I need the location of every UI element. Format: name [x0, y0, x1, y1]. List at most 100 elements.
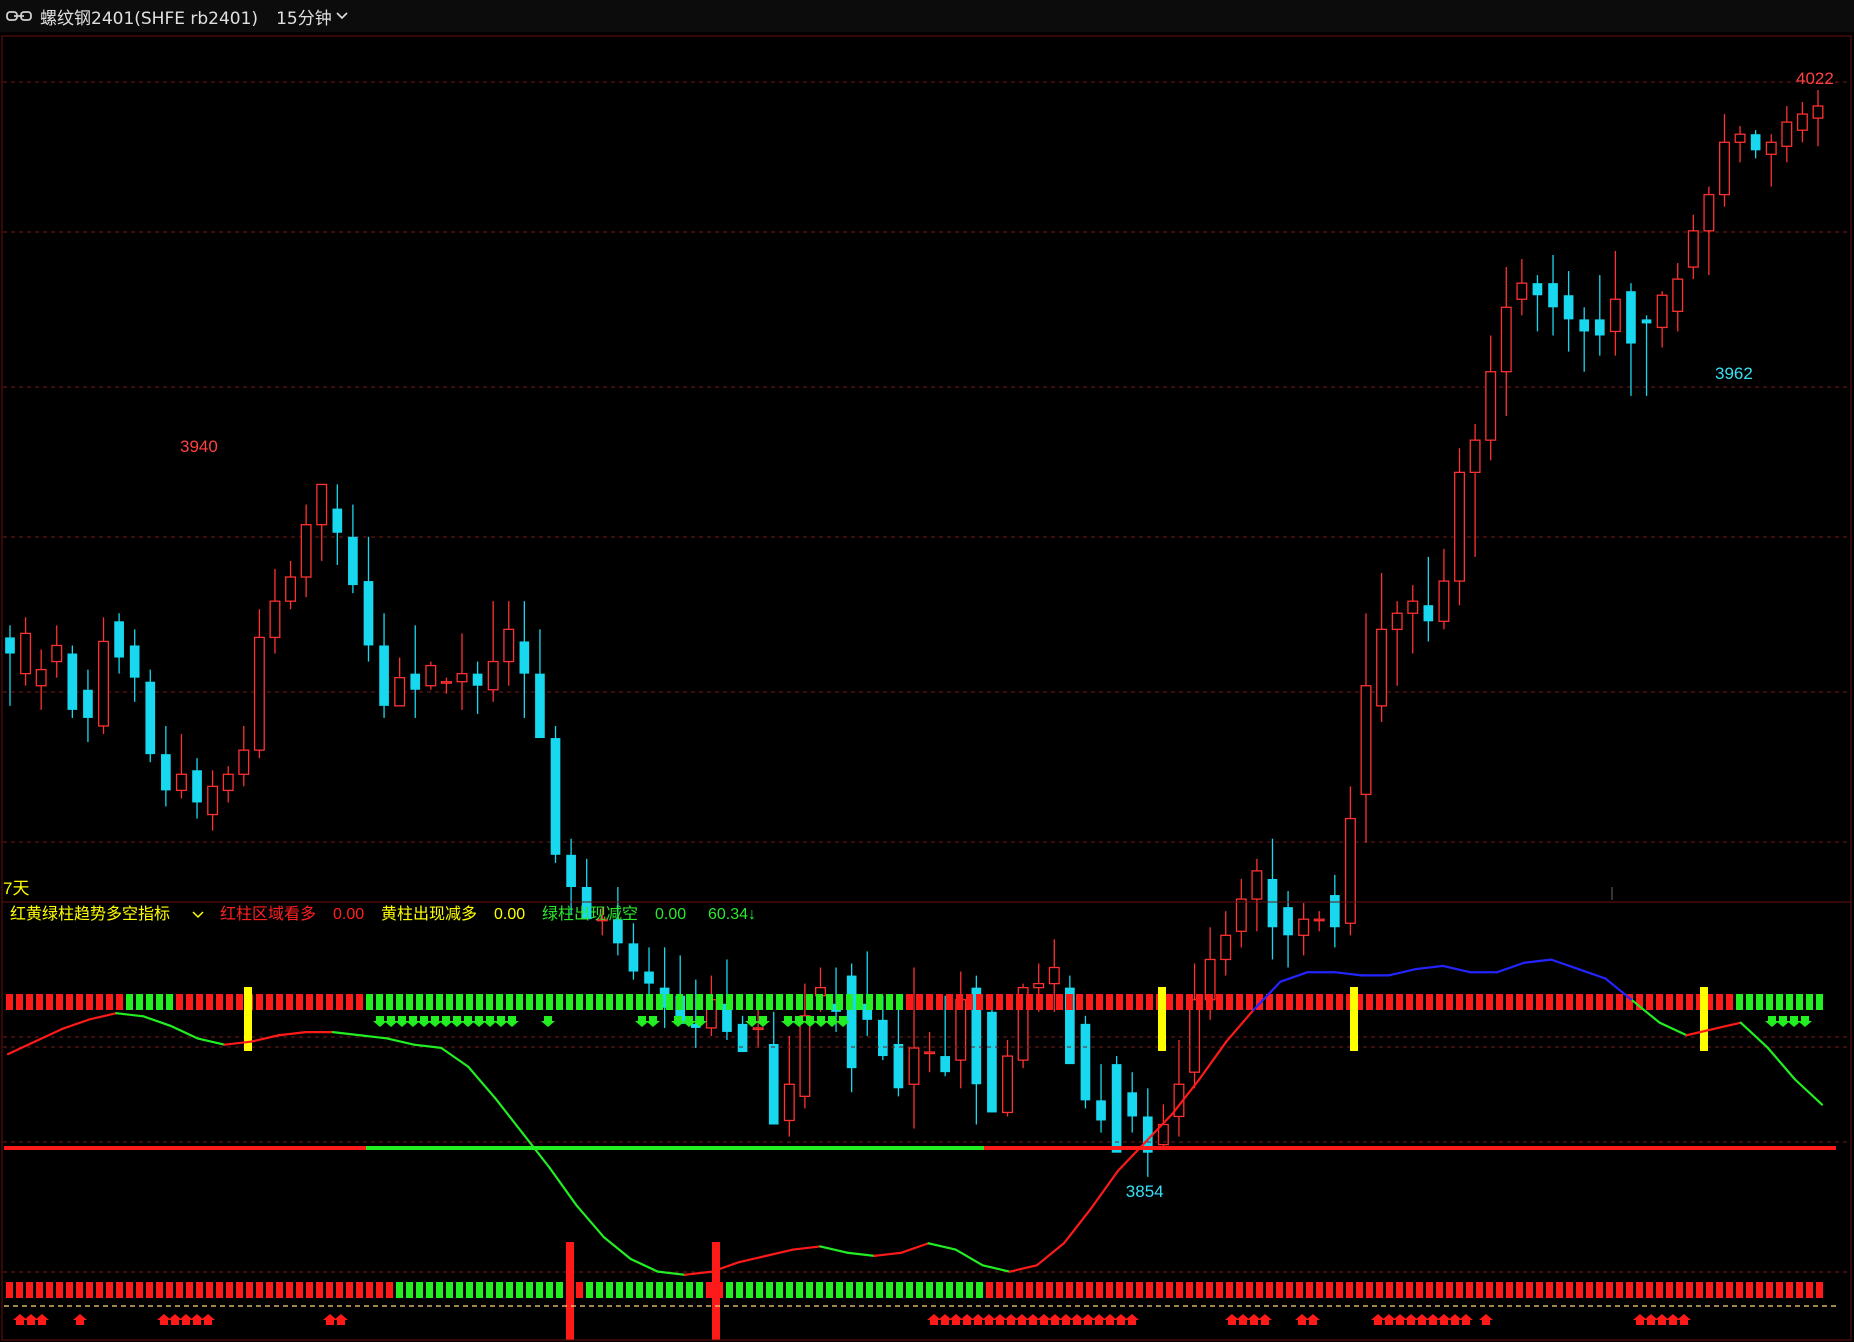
- yellow-signal-bar: [1158, 987, 1166, 1051]
- trend-bar-segment: [96, 994, 103, 1010]
- trend-bar-segment: [1236, 1282, 1243, 1298]
- candle-body: [129, 645, 140, 678]
- candle-body: [924, 1051, 936, 1055]
- candle-body: [363, 581, 374, 646]
- trend-bar-segment: [1026, 994, 1033, 1010]
- trend-bar-segment: [986, 994, 993, 1010]
- trend-bar-segment: [536, 1282, 543, 1298]
- candle-body: [1672, 278, 1684, 312]
- trend-bar-segment: [1376, 994, 1383, 1010]
- yellow-signal-bar: [1350, 987, 1358, 1051]
- candle-body: [35, 668, 47, 687]
- trend-bar-segment: [1116, 1282, 1123, 1298]
- candle-body: [1048, 966, 1060, 985]
- trend-bar-segment: [216, 994, 223, 1010]
- trend-bar-segment: [666, 1282, 673, 1298]
- indicator-name[interactable]: 红黄绿柱趋势多空指标: [10, 904, 170, 923]
- trend-bar-segment: [976, 1282, 983, 1298]
- trend-bar-segment: [396, 994, 403, 1010]
- trend-bar-segment: [76, 994, 83, 1010]
- period-selector[interactable]: 15分钟: [276, 4, 349, 29]
- trend-bar-segment: [1296, 994, 1303, 1010]
- trend-bar-segment: [1416, 994, 1423, 1010]
- trend-bar-segment: [1696, 1282, 1703, 1298]
- trend-bar-segment: [556, 994, 563, 1010]
- trend-bar-segment: [6, 994, 13, 1010]
- trend-bar-segment: [1436, 1282, 1443, 1298]
- trend-bar-segment: [136, 1282, 143, 1298]
- chart-background: [0, 32, 1854, 1342]
- candle-body: [535, 673, 545, 739]
- trend-bar-segment: [466, 994, 473, 1010]
- candle-body: [644, 971, 654, 984]
- trend-bar-segment: [326, 994, 333, 1010]
- trend-bar-segment: [1316, 994, 1323, 1010]
- trend-bar-segment: [476, 994, 483, 1010]
- trend-bar-segment: [1166, 994, 1173, 1010]
- trend-bar-segment: [1456, 1282, 1463, 1298]
- period-label: 15分钟: [276, 8, 332, 29]
- trend-bar-segment: [1036, 1282, 1043, 1298]
- trend-bar-segment: [486, 1282, 493, 1298]
- trend-bar-segment: [286, 994, 293, 1010]
- candle-body: [1267, 878, 1278, 928]
- trend-bar-segment: [206, 994, 213, 1010]
- trend-bar-segment: [1756, 1282, 1763, 1298]
- trend-bar-segment: [416, 1282, 423, 1298]
- candle-body: [893, 1044, 904, 1089]
- candle-body: [1812, 105, 1824, 119]
- candle-body: [940, 1056, 951, 1073]
- trend-bar-segment: [596, 994, 603, 1010]
- trend-bar-segment: [1376, 1282, 1383, 1298]
- trend-bar-segment: [1496, 994, 1503, 1010]
- trend-bar-segment: [1656, 1282, 1663, 1298]
- trend-bar-segment: [996, 1282, 1003, 1298]
- candle-body: [440, 681, 452, 684]
- trend-bar-segment: [1096, 1282, 1103, 1298]
- low-price-label: 3854: [1126, 1182, 1164, 1201]
- chart-canvas[interactable]: 4022 3940 3854 3962 7天 红黄绿柱趋势多空指标 红柱区域看多…: [0, 32, 1854, 1342]
- trend-bar-segment: [1606, 994, 1613, 1010]
- candle-body: [799, 1015, 811, 1097]
- trend-bar-segment: [1526, 994, 1533, 1010]
- trend-bar-segment: [16, 1282, 23, 1298]
- candle-body: [987, 1011, 997, 1113]
- trend-bar-segment: [656, 1282, 663, 1298]
- trend-bar-segment: [1356, 1282, 1363, 1298]
- trend-bar-segment: [636, 994, 643, 1010]
- trend-bar-segment: [1736, 1282, 1743, 1298]
- trend-bar-segment: [426, 994, 433, 1010]
- trend-bar-segment: [336, 1282, 343, 1298]
- trend-bar-segment: [1746, 1282, 1753, 1298]
- candle-body: [83, 689, 93, 718]
- trend-bar-segment: [1436, 994, 1443, 1010]
- trend-bar-segment: [1446, 1282, 1453, 1298]
- trend-bar-segment: [386, 1282, 393, 1298]
- trend-bar-segment: [316, 1282, 323, 1298]
- link-icon[interactable]: [6, 9, 32, 23]
- trend-bar-segment: [276, 994, 283, 1010]
- candle-body: [20, 632, 32, 675]
- trend-bar-segment: [546, 1282, 553, 1298]
- candle-body: [1734, 133, 1746, 143]
- trend-bar-segment: [866, 994, 873, 1010]
- trend-bar-segment: [1246, 1282, 1253, 1298]
- trend-bar-segment: [1586, 994, 1593, 1010]
- candle-body: [1329, 895, 1340, 928]
- trend-bar-segment: [586, 1282, 593, 1298]
- candle-body: [1111, 1064, 1122, 1153]
- candle-body: [1344, 817, 1356, 924]
- trend-bar-segment: [1206, 1282, 1213, 1298]
- trend-bar-segment: [86, 1282, 93, 1298]
- trend-bar-segment: [976, 994, 983, 1010]
- trend-bar-segment: [926, 1282, 933, 1298]
- trend-bar-segment: [1426, 1282, 1433, 1298]
- candle-body: [550, 738, 561, 855]
- trend-bar-segment: [236, 994, 243, 1010]
- trend-bar-segment: [816, 1282, 823, 1298]
- trend-bar-segment: [1086, 994, 1093, 1010]
- trend-bar-segment: [1516, 994, 1523, 1010]
- trend-bar-segment: [986, 1282, 993, 1298]
- candle-body: [1781, 121, 1793, 147]
- yellow-signal-bar: [1700, 987, 1708, 1051]
